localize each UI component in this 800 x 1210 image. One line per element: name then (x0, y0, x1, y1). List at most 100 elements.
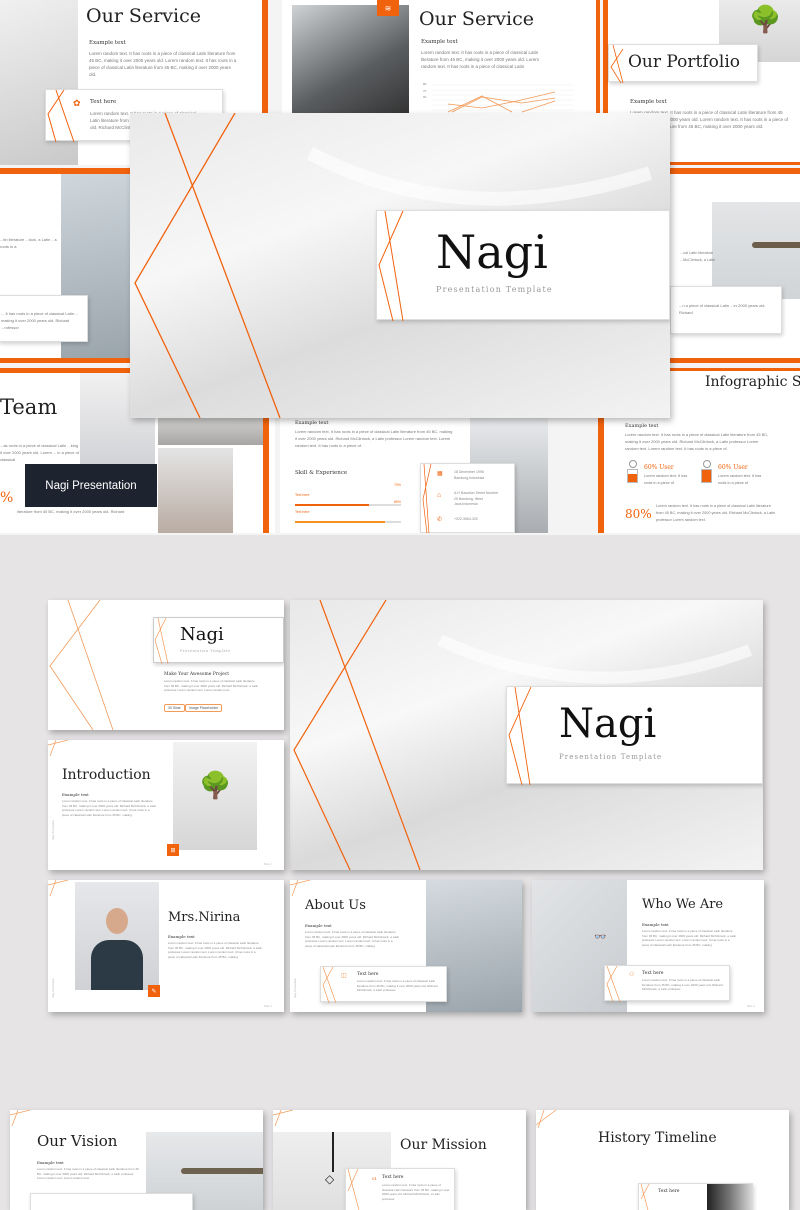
skill-fill (295, 521, 386, 523)
slide-cover-small: Nagi Presentation Template Make Your Awe… (48, 600, 284, 730)
slide-building: ...tin literature ...tock, a Latin ...s … (0, 168, 130, 363)
card-body: Lorem random text. It has roots in a pie… (642, 978, 723, 991)
decor-lines (48, 740, 69, 757)
decor-lines (606, 965, 621, 1003)
button-label: Image Placeholder (189, 706, 219, 710)
slide-photos (155, 410, 275, 533)
card-title: Text here (658, 1189, 680, 1194)
decor-lines (322, 966, 337, 1004)
chart-tick-60: 60 (423, 95, 427, 99)
pen-photo (712, 202, 800, 299)
pencil-icon: ✎ (148, 985, 160, 997)
lightbulb-icon: ◇ (325, 1172, 335, 1186)
slide-subtitle: Example text (625, 423, 659, 429)
slide-subtitle: Example text (295, 420, 329, 426)
hero-slide: Nagi Presentation Template (130, 113, 670, 418)
person-photo (75, 882, 159, 990)
decor-lines (47, 89, 75, 143)
card-body: literature from 45 BC, making it over 20… (17, 509, 125, 514)
cover-body: Lorem random text. It has roots in a pie… (164, 679, 259, 692)
decor-lines (347, 1168, 360, 1210)
timeline-photo (707, 1184, 753, 1210)
page-number: Slide 3 (264, 1005, 272, 1008)
slide-title: Our Mission (400, 1137, 487, 1153)
accent-bar (596, 0, 600, 120)
slide-title: History Timeline (598, 1130, 717, 1146)
flower-icon: ✿ (73, 98, 81, 108)
page-number: Slide 4 (747, 1005, 755, 1008)
page-number: Slide 2 (264, 863, 272, 866)
cover-heading: Make Your Awesome Project (164, 672, 230, 677)
slide-about-us: About Us Example text Lorem random text.… (290, 880, 522, 1012)
slide-body: Lorem random text. It has roots in a pie… (37, 1167, 139, 1180)
item-number: 01 (372, 1176, 378, 1181)
slide-subtitle: Example text (642, 922, 669, 927)
decor-lines (422, 463, 432, 533)
slide-subtitle: Example text (630, 99, 667, 105)
slide-subtitle: Example text (62, 792, 89, 797)
slide-subtitle: Example text (305, 923, 332, 928)
slide-body: Lorem random text. It has roots in a pie… (295, 429, 453, 448)
pen-icon (181, 1168, 263, 1174)
side-label: Nagi Presentation (52, 978, 55, 998)
decor-lines (378, 210, 404, 322)
pen-icon (752, 242, 800, 248)
accent-bar (263, 410, 269, 533)
tree-icon: 🌳 (749, 4, 782, 34)
cover-title-card: Nagi Presentation Template (506, 686, 763, 786)
slide-body: Lorem random text. It has roots in a pie… (168, 941, 263, 959)
hero-title-card: Nagi Presentation Template (376, 210, 670, 322)
text-card: ◫ Text here Lorem random text. It has ro… (320, 966, 447, 1004)
skills-title: Skill & Experience (295, 470, 348, 476)
card-body: Lorem random text. It has roots in a pie… (357, 979, 438, 992)
cover-title: Nagi (180, 624, 224, 645)
contact-phone: +022-3564-320 (454, 517, 478, 521)
slide-body: Lorem random text. It has roots in a pie… (305, 930, 400, 948)
accent-bar-bottom (0, 358, 130, 363)
cover-title: Nagi (559, 701, 657, 747)
contact-birthday: 18 December 1996 Bandung,Indonesia (454, 470, 485, 480)
slide-person: ✎ Mrs.Nirina Example text Lorem random t… (48, 880, 284, 1012)
accent-bar-bottom (670, 358, 800, 363)
card-body: Lorem random text. It has roots in a pie… (382, 1183, 450, 1201)
hero-subtitle: Presentation Template (436, 285, 553, 294)
chart-tick-80: 80 (423, 82, 427, 86)
calendar-icon: ▦ (437, 471, 443, 477)
slide-title: Introduction (62, 767, 151, 783)
person-shirt (91, 940, 143, 990)
sitemap-icon: ⊞ (167, 844, 179, 856)
slide-subtitle: Example text (89, 40, 126, 46)
user-figure-icon (701, 460, 712, 485)
slide-subtitle: Example text (168, 934, 195, 939)
side-label: Nagi Presentation (294, 978, 297, 998)
tree-photo: 🌳 (173, 742, 257, 850)
slide-skills: Example text Lorem random text. It has r… (280, 410, 548, 533)
text-card: ⚇ Text here Lorem random text. It has ro… (604, 965, 730, 1003)
person-head (106, 908, 128, 934)
phone-icon: ✆ (437, 517, 443, 523)
slide-title: Who We Are (642, 897, 724, 912)
slide-title: Mrs.Nirina (168, 910, 241, 925)
slide-cover-large: Nagi Presentation Template (290, 600, 763, 870)
slide-body: ...as roots in a piece of classical Lati… (0, 443, 79, 462)
slide-body: Lorem random text. It has roots in a pie… (642, 929, 737, 947)
line-chart (432, 84, 574, 113)
skill-label: Text here (295, 510, 310, 514)
slide-our-vision: Our Vision Example text Lorem random tex… (10, 1110, 263, 1210)
cover-subtitle: Presentation Template (559, 753, 663, 761)
decor-lines (290, 880, 311, 897)
text-card: ... It has roots in a piece of classical… (0, 295, 88, 342)
accent-bar-top (670, 168, 800, 174)
slide-title: About Us (305, 898, 366, 913)
cover-subtitle: Presentation Template (180, 649, 231, 653)
contact-card: ▦ 18 December 1996 Bandung,Indonesia ⌂ A… (420, 463, 515, 533)
slides-count-button[interactable]: 30 Slide (164, 704, 185, 712)
stat-label: 60% User (718, 464, 748, 471)
skill-row-2: Text here 85% (295, 500, 401, 523)
decor-lines (536, 1110, 557, 1129)
slide-introduction: Introduction Example text Lorem random t… (48, 740, 284, 870)
decor-lines (640, 1183, 650, 1210)
slide-title: Team (0, 395, 58, 419)
image-placeholder-button[interactable]: Image Placeholder (185, 704, 223, 712)
contact-address: A.H Nasution Street Number 25 Bandung, W… (454, 491, 499, 506)
